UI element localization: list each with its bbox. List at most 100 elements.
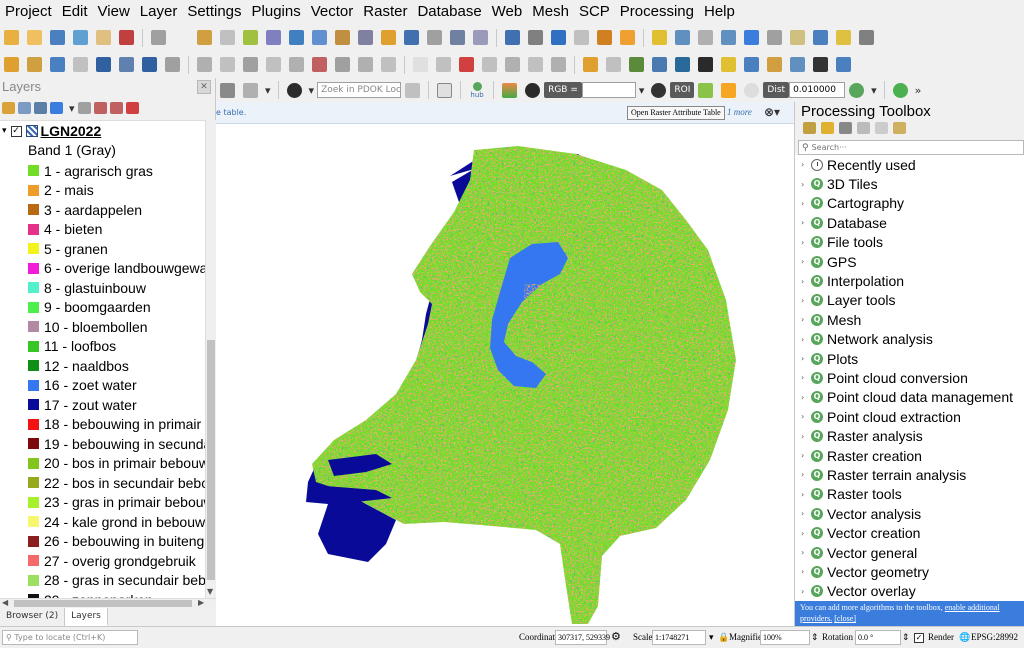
legend-item[interactable]: 24 - kale grond in bebouwd gebied xyxy=(28,512,205,532)
scp-create-roi-icon[interactable] xyxy=(696,81,715,100)
legend-item[interactable]: 5 - granen xyxy=(28,239,205,259)
crs-button[interactable]: EPSG:28992 xyxy=(971,630,1018,645)
tab-layers[interactable]: Layers xyxy=(65,608,108,626)
legend-item[interactable]: 19 - bebouwing in secundair bebouwd gebi… xyxy=(28,434,205,454)
chevron-down-icon[interactable]: ▾ xyxy=(309,84,315,97)
toolbar-tool-icon[interactable] xyxy=(448,28,467,47)
legend-item[interactable]: 26 - bebouwing in buitengebied xyxy=(28,532,205,552)
chevron-down-icon[interactable]: ▾ xyxy=(639,84,645,97)
filter-expression-icon[interactable] xyxy=(77,102,91,114)
legend-item[interactable]: 17 - zout water xyxy=(28,395,205,415)
toolbar-tool-icon[interactable] xyxy=(811,28,830,47)
chevron-right-icon[interactable]: › xyxy=(801,567,811,576)
toolbar-tool-icon[interactable] xyxy=(25,55,44,74)
menu-edit[interactable]: Edit xyxy=(57,0,93,24)
toolbar-tool-icon[interactable] xyxy=(195,28,214,47)
menu-raster[interactable]: Raster xyxy=(358,0,412,24)
scp-band-set-icon[interactable] xyxy=(500,81,519,100)
chevron-right-icon[interactable]: › xyxy=(801,490,811,499)
toolbar-tool-icon[interactable] xyxy=(480,55,499,74)
pdok-locator-icon[interactable] xyxy=(285,81,304,100)
toolbar-tool-icon[interactable] xyxy=(402,28,421,47)
rotation-spinbox[interactable]: 0.0 ° xyxy=(855,630,901,645)
add-group-icon[interactable] xyxy=(18,102,31,114)
toolbar-tool-icon[interactable] xyxy=(333,55,352,74)
chevron-right-icon[interactable]: › xyxy=(801,393,811,402)
chevron-down-icon[interactable]: ▾ xyxy=(709,630,714,645)
toolbar-tool-icon[interactable] xyxy=(765,28,784,47)
menu-view[interactable]: View xyxy=(93,0,135,24)
legend-item[interactable]: 11 - loofbos xyxy=(28,337,205,357)
shield-icon[interactable] xyxy=(435,81,454,100)
chevron-right-icon[interactable]: › xyxy=(801,160,811,169)
legend-item[interactable]: 16 - zoet water xyxy=(28,376,205,396)
toolbar-tool-icon[interactable] xyxy=(241,28,260,47)
toolbar-tool-icon[interactable] xyxy=(765,55,784,74)
toolbar-tool-icon[interactable] xyxy=(356,55,375,74)
chevron-right-icon[interactable]: › xyxy=(801,470,811,479)
legend-item[interactable]: 9 - boomgaarden xyxy=(28,298,205,318)
chevron-right-icon[interactable]: › xyxy=(801,451,811,460)
toolbar-tool-icon[interactable] xyxy=(581,55,600,74)
legend-item[interactable]: 10 - bloembollen xyxy=(28,317,205,337)
close-info-link[interactable]: [close] xyxy=(834,614,856,623)
locator-search-input[interactable]: ⚲ Type to locate (Ctrl+K) xyxy=(2,630,138,645)
toolbar-tool-icon[interactable] xyxy=(310,28,329,47)
toolbar-tool-icon[interactable] xyxy=(140,55,159,74)
chevron-right-icon[interactable]: › xyxy=(801,180,811,189)
legend-item[interactable]: 22 - bos in secundair bebouwd gebied xyxy=(28,473,205,493)
toolbar-tool-icon[interactable] xyxy=(572,28,591,47)
legend-item[interactable]: 6 - overige landbouwgewassen xyxy=(28,259,205,279)
toolbar-tool-icon[interactable] xyxy=(379,55,398,74)
toolbar-tool-icon[interactable] xyxy=(673,55,692,74)
provider-item[interactable]: › Q Point cloud extraction xyxy=(795,407,1024,426)
legend-item[interactable]: 4 - bieten xyxy=(28,220,205,240)
legend-item[interactable]: 12 - naaldbos xyxy=(28,356,205,376)
toolbar-tool-icon[interactable] xyxy=(834,55,853,74)
toolbar-tool-icon[interactable] xyxy=(526,55,545,74)
collapse-all-icon[interactable] xyxy=(109,102,123,114)
toolbar-tool-icon[interactable] xyxy=(811,55,830,74)
toolbar-tool-icon[interactable] xyxy=(94,28,113,47)
toolbar-tool-icon[interactable] xyxy=(264,55,283,74)
layer-tree-hscrollbar[interactable]: ◀ ▶ xyxy=(0,598,216,608)
toolbar-tool-icon[interactable] xyxy=(71,28,90,47)
provider-item[interactable]: › Q Point cloud conversion xyxy=(795,368,1024,387)
menu-settings[interactable]: Settings xyxy=(182,0,246,24)
rgb-combo[interactable] xyxy=(581,82,636,98)
scroll-left-icon[interactable]: ◀ xyxy=(2,598,8,607)
toolbar-tool-icon[interactable] xyxy=(696,28,715,47)
chevron-right-icon[interactable]: › xyxy=(801,587,811,596)
provider-item[interactable]: › Q Raster tools xyxy=(795,485,1024,504)
menu-web[interactable]: Web xyxy=(487,0,528,24)
provider-item[interactable]: › Q Point cloud data management xyxy=(795,388,1024,407)
provider-item[interactable]: › Q Database xyxy=(795,213,1024,232)
chevron-right-icon[interactable]: › xyxy=(801,509,811,518)
spin-arrows-icon[interactable]: ⇕ xyxy=(811,630,819,645)
toolbar-tool-icon[interactable] xyxy=(2,28,21,47)
toolbox-search-input[interactable] xyxy=(811,143,1012,152)
scroll-right-icon[interactable]: ▶ xyxy=(198,598,204,607)
toolbar-tool-icon[interactable] xyxy=(425,28,444,47)
provider-item[interactable]: › Q Mesh xyxy=(795,310,1024,329)
toolbar-tool-icon[interactable] xyxy=(218,28,237,47)
toolbar-tool-icon[interactable] xyxy=(788,28,807,47)
options-icon[interactable] xyxy=(893,122,906,134)
toolbar-tool-icon[interactable] xyxy=(218,55,237,74)
chevron-right-icon[interactable]: › xyxy=(801,257,811,266)
more-messages-link[interactable]: 1 more xyxy=(727,107,752,117)
remove-layer-icon[interactable] xyxy=(125,102,139,114)
toolbar-tool-icon[interactable] xyxy=(264,28,283,47)
pan-map-icon[interactable] xyxy=(218,81,237,100)
coordinate-field[interactable]: 307317, 529339 xyxy=(555,630,610,645)
toolbar-tool-icon[interactable] xyxy=(471,28,490,47)
provider-item[interactable]: › Q Layer tools xyxy=(795,291,1024,310)
vertex-tool-icon[interactable] xyxy=(241,81,260,100)
toolbar-tool-icon[interactable] xyxy=(241,55,260,74)
chevron-right-icon[interactable]: › xyxy=(801,432,811,441)
chevron-down-icon[interactable]: ▾ xyxy=(2,126,7,136)
toolbar-tool-icon[interactable] xyxy=(604,55,623,74)
menu-project[interactable]: Project xyxy=(0,0,57,24)
toolbar-tool-icon[interactable] xyxy=(117,28,136,47)
toolbar-tool-icon[interactable] xyxy=(650,55,669,74)
